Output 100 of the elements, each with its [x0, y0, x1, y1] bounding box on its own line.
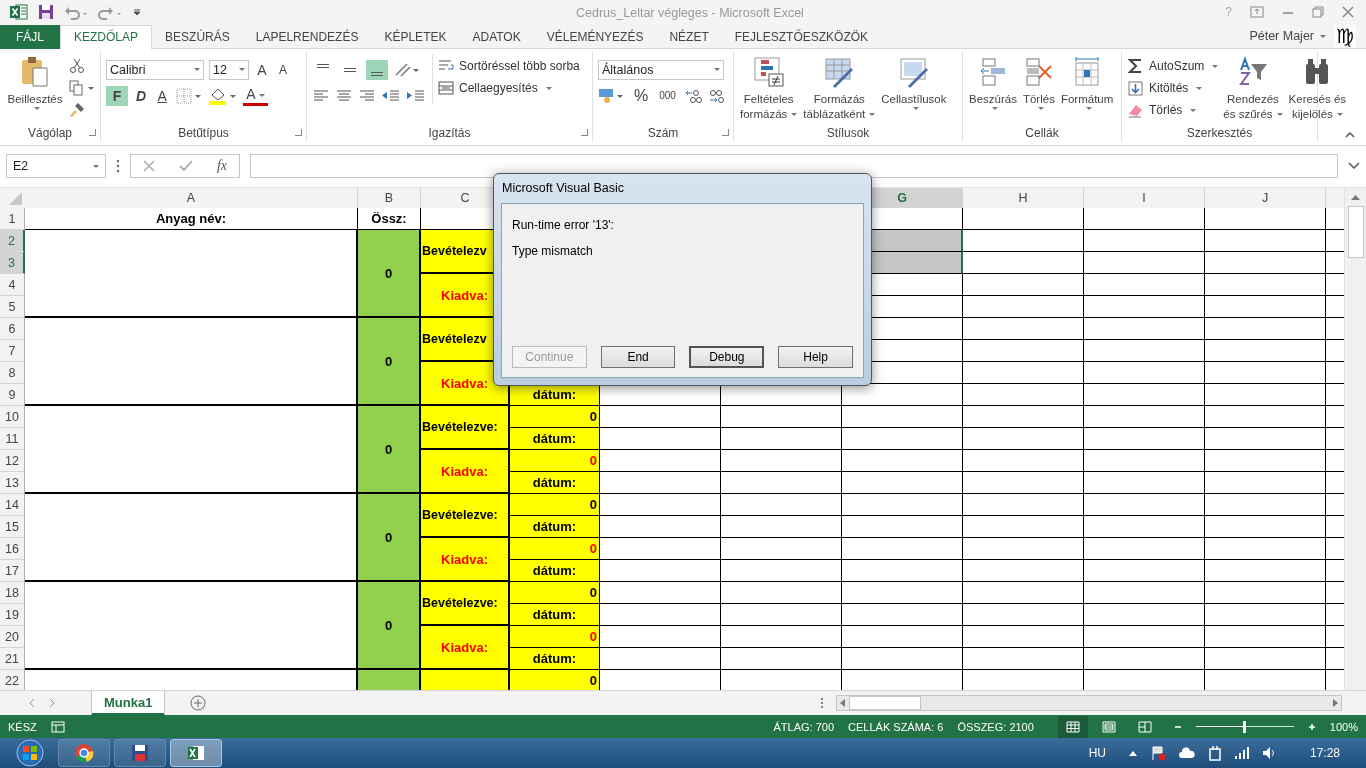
row-header[interactable]: 11	[0, 428, 25, 451]
table-cell: dátum:	[510, 560, 600, 583]
row-header[interactable]: 10	[0, 406, 25, 429]
table-cell: Bevételezve:	[421, 406, 510, 451]
row-header[interactable]: 21	[0, 648, 25, 671]
row-header[interactable]: 8	[0, 362, 25, 385]
row-header[interactable]: 17	[0, 560, 25, 583]
group-label: Stílusok	[826, 125, 870, 140]
insert-function-button[interactable]: fx	[216, 158, 227, 175]
row-header[interactable]: 6	[0, 318, 25, 341]
row-header[interactable]: 13	[0, 472, 25, 495]
row-header[interactable]: 20	[0, 626, 25, 649]
ribbon-tab[interactable]: FÁJL	[0, 24, 60, 49]
clear-button[interactable]: Törlés	[1127, 99, 1219, 121]
table-cell: 0	[510, 450, 600, 473]
paste-button[interactable]: Beillesztés	[5, 53, 65, 112]
row-header[interactable]: 14	[0, 494, 25, 517]
status-mode: KÉSZ	[8, 720, 37, 733]
row-header[interactable]: 5	[0, 296, 25, 319]
table-cell: dátum:	[510, 604, 600, 627]
find-select-button[interactable]: Keresés és kijelölés	[1287, 53, 1348, 124]
ribbon-tab[interactable]: LAPELRENDEZÉS	[242, 24, 372, 49]
language-indicator[interactable]: HU	[1088, 746, 1106, 760]
table-cell: 0	[358, 406, 421, 495]
table-cell: Kiadva:	[421, 626, 510, 671]
ribbon-tab[interactable]: FEJLESZTŐESZKÖZÖK	[721, 24, 882, 49]
window-title: Cedrus_Leltar végleges - Microsoft Excel	[576, 6, 804, 20]
table-cell: dátum:	[510, 384, 600, 407]
font-style-button[interactable]: D	[133, 85, 150, 106]
name-box[interactable]: E2	[6, 154, 106, 179]
table-cell: Anyag név:	[25, 208, 358, 231]
percent-button[interactable]: %	[631, 85, 652, 106]
row-header[interactable]: 16	[0, 538, 25, 561]
ribbon-tab[interactable]: NÉZET	[656, 24, 722, 49]
row-header[interactable]: 12	[0, 450, 25, 473]
autosum-button[interactable]: AutoSzum	[1127, 55, 1219, 77]
merge-cells-button[interactable]: Cellaegyesítés	[437, 77, 580, 99]
zoom-level[interactable]: 100%	[1329, 720, 1358, 733]
table-cell: dátum:	[510, 648, 600, 671]
grow-font-button[interactable]: A	[254, 59, 270, 80]
dialog-button[interactable]: Help	[778, 346, 853, 368]
shrink-font-button[interactable]: A	[275, 59, 291, 80]
wrap-text-button[interactable]: Sortöréssel több sorba	[437, 55, 580, 77]
row-header[interactable]: 22	[0, 670, 25, 691]
row-header[interactable]: 15	[0, 516, 25, 539]
row-header[interactable]: 3	[0, 252, 25, 275]
font-size-field[interactable]: 12	[209, 59, 249, 80]
group-label: Cellák	[1025, 125, 1059, 140]
table-cell: Bevételezve:	[421, 582, 510, 627]
group-label: Betűtípus	[178, 125, 229, 140]
dialog-button[interactable]: End	[600, 346, 676, 368]
number-format-field[interactable]: Általános	[598, 59, 724, 80]
font-name-field[interactable]: Calibri	[106, 59, 204, 80]
table-cell: 0	[510, 494, 600, 517]
clock[interactable]: 17:28	[1309, 746, 1340, 760]
row-header[interactable]: 18	[0, 582, 25, 605]
format-as-table-button[interactable]: Formázás táblázatként	[802, 53, 877, 124]
table-cell: 0	[510, 582, 600, 605]
insert-cells-button[interactable]: Beszúrás	[968, 53, 1018, 112]
group-label: Szám	[647, 125, 679, 140]
conditional-formatting-button[interactable]: Feltételes formázás	[739, 53, 799, 124]
table-cell: Kiadva:	[421, 450, 510, 495]
dialog-button[interactable]: Debug	[689, 346, 765, 368]
row-header[interactable]: 7	[0, 340, 25, 363]
sum-text: ÖSSZEG: 2100	[957, 720, 1034, 733]
delete-cells-button[interactable]: Törlés	[1021, 53, 1056, 112]
table-cell: Bevételezve:	[421, 494, 510, 539]
font-style-button[interactable]: F	[106, 85, 128, 106]
group-label: Vágólap	[27, 125, 72, 140]
sheet-tab[interactable]: Munka1	[92, 691, 165, 716]
ribbon-tab[interactable]: BESZÚRÁS	[152, 24, 243, 49]
row-header[interactable]: 9	[0, 384, 25, 407]
ribbon-tab[interactable]: KÉPLETEK	[371, 24, 460, 49]
fill-button[interactable]: Kitöltés	[1127, 77, 1219, 99]
table-cell: dátum:	[510, 516, 600, 539]
count-text: CELLÁK SZÁMA: 6	[848, 720, 944, 733]
ribbon-tab[interactable]: VÉLEMÉNYEZÉS	[533, 24, 657, 49]
font-style-button[interactable]: A	[154, 85, 171, 106]
avatar[interactable]: ♍	[1334, 25, 1356, 48]
row-header[interactable]: 19	[0, 604, 25, 627]
table-cell: dátum:	[510, 428, 600, 451]
table-cell: 0	[358, 582, 421, 671]
format-cells-button[interactable]: Formátum	[1059, 53, 1115, 112]
thousands-button[interactable]: 000	[656, 85, 679, 106]
font-color-button[interactable]: A	[243, 85, 269, 106]
sort-filter-button[interactable]: Rendezés és szűrés	[1222, 53, 1284, 124]
table-cell: Össz:	[358, 208, 421, 231]
row-header[interactable]: 2	[0, 230, 25, 253]
ribbon-tab[interactable]: KEZDŐLAP	[60, 24, 153, 49]
cell-styles-button[interactable]: Cellastílusok	[880, 53, 948, 112]
table-cell: 0	[358, 230, 421, 319]
error-message-text: Type mismatch	[512, 244, 594, 258]
row-header[interactable]: 4	[0, 274, 25, 297]
account-name[interactable]: Péter Majer	[1249, 29, 1314, 44]
row-header[interactable]: 1	[0, 208, 25, 231]
table-cell: 0	[510, 406, 600, 429]
table-cell: 0	[510, 626, 600, 649]
average-text: ÁTLAG: 700	[773, 720, 835, 733]
ribbon-tab[interactable]: ADATOK	[459, 24, 534, 49]
group-label: Igazítás	[428, 125, 471, 140]
